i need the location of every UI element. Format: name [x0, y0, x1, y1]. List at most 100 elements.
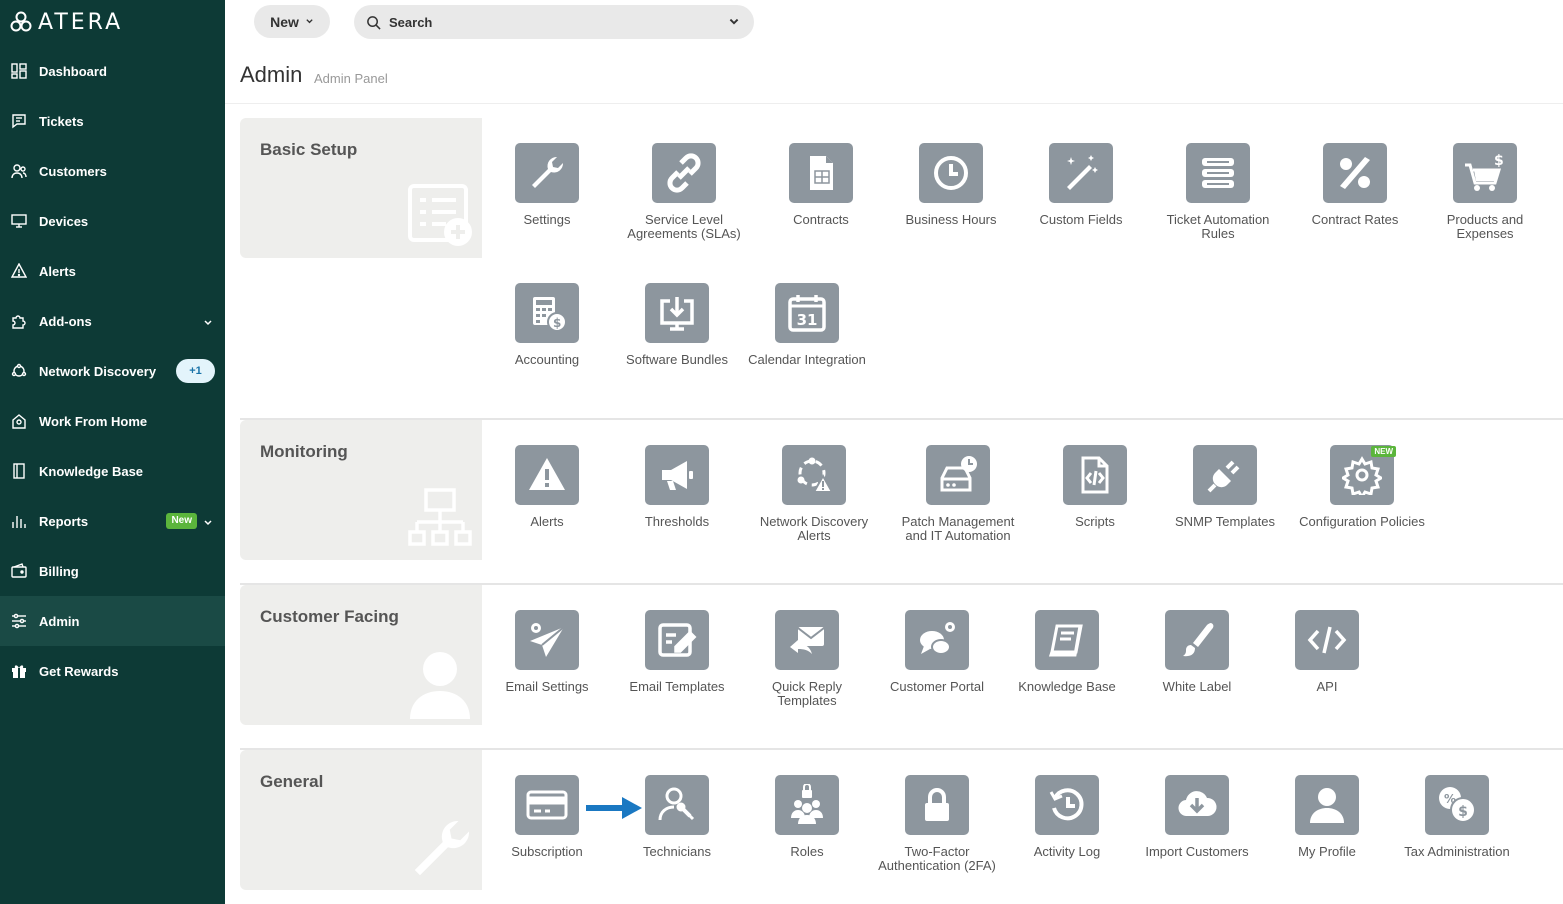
nav-knowledge-base[interactable]: Knowledge Base	[0, 446, 225, 496]
new-badge: New	[166, 513, 197, 529]
tile-contracts[interactable]: Contracts	[756, 143, 886, 227]
chevron-down-icon[interactable]	[203, 315, 213, 333]
tile-tax-administration[interactable]: % $ Tax Administration	[1392, 775, 1522, 859]
nav-label: Reports	[39, 513, 89, 529]
nav-devices[interactable]: Devices	[0, 196, 225, 246]
alert-triangle-icon	[515, 445, 579, 505]
tile-white-label[interactable]: White Label	[1132, 610, 1262, 694]
tile-label: Import Customers	[1145, 844, 1249, 859]
nav-alerts[interactable]: Alerts	[0, 246, 225, 296]
search-bar[interactable]: Search	[354, 5, 754, 39]
tile-slas[interactable]: Service Level Agreements (SLAs)	[619, 143, 749, 241]
tile-software-bundles[interactable]: Software Bundles	[612, 283, 742, 367]
tile-label: Knowledge Base	[1018, 679, 1116, 694]
tile-quick-reply-templates[interactable]: Quick Reply Templates	[742, 610, 872, 708]
tile-my-profile[interactable]: My Profile	[1262, 775, 1392, 859]
nav-work-from-home[interactable]: Work From Home	[0, 396, 225, 446]
tile-contract-rates[interactable]: Contract Rates	[1290, 143, 1420, 227]
tile-custom-fields[interactable]: Custom Fields	[1016, 143, 1146, 227]
section-title: General	[260, 772, 324, 791]
edit-template-icon	[645, 610, 709, 670]
tile-email-templates[interactable]: Email Templates	[612, 610, 742, 694]
sidebar: ATERA Dashboard Tickets Customers Device…	[0, 0, 225, 904]
tile-label: Thresholds	[644, 514, 710, 529]
section-monitoring: Monitoring	[240, 420, 482, 560]
tile-roles[interactable]: Roles	[742, 775, 872, 859]
reply-envelope-icon	[775, 610, 839, 670]
tile-label: Quick Reply Templates	[771, 679, 843, 708]
tile-two-factor-authentication[interactable]: Two-Factor Authentication (2FA)	[872, 775, 1002, 873]
tile-scripts[interactable]: Scripts	[1030, 445, 1160, 529]
tile-settings[interactable]: Settings	[482, 143, 612, 227]
link-icon	[652, 143, 716, 203]
tile-network-discovery-alerts[interactable]: Network Discovery Alerts	[749, 445, 879, 543]
nav-get-rewards[interactable]: Get Rewards	[0, 646, 225, 696]
tile-customer-portal[interactable]: Customer Portal	[872, 610, 1002, 694]
tile-label: Alerts	[530, 514, 564, 529]
history-icon	[1035, 775, 1099, 835]
server-stack-icon	[1186, 143, 1250, 203]
tile-label: Activity Log	[1033, 844, 1101, 859]
tile-email-settings[interactable]: Email Settings	[482, 610, 612, 694]
tile-snmp-templates[interactable]: SNMP Templates	[1160, 445, 1290, 529]
section-title: Customer Facing	[260, 607, 399, 626]
tile-label: My Profile	[1298, 844, 1356, 859]
tile-products-and-expenses[interactable]: $ Products and Expenses	[1420, 143, 1550, 241]
nav-billing[interactable]: Billing	[0, 546, 225, 596]
tile-patch-management[interactable]: Patch Management and IT Automation	[893, 445, 1023, 543]
nav-dashboard[interactable]: Dashboard	[0, 46, 225, 96]
tile-label: Two-Factor Authentication (2FA)	[878, 844, 996, 873]
home-icon	[11, 413, 27, 429]
nav-admin[interactable]: Admin	[0, 596, 225, 646]
tile-business-hours[interactable]: Business Hours	[886, 143, 1016, 227]
section-title: Basic Setup	[260, 140, 358, 159]
form-add-icon	[408, 184, 472, 246]
chevron-down-icon[interactable]	[728, 16, 740, 28]
tile-monitoring-alerts[interactable]: Alerts	[482, 445, 612, 529]
megaphone-icon	[645, 445, 709, 505]
bar-chart-icon	[11, 513, 27, 529]
tile-import-customers[interactable]: Import Customers	[1132, 775, 1262, 859]
contract-icon	[789, 143, 853, 203]
nav-label: Add-ons	[39, 313, 92, 329]
new-button[interactable]: New	[254, 5, 330, 38]
wrench-icon	[515, 143, 579, 203]
tile-label: Calendar Integration	[748, 352, 866, 367]
page-subtitle: Admin Panel	[314, 71, 388, 86]
tile-label: Technicians	[643, 844, 711, 859]
nav-label: Customers	[39, 163, 107, 179]
tile-label: Tax Administration	[1404, 844, 1510, 859]
nav-customers[interactable]: Customers	[0, 146, 225, 196]
nav-network-discovery[interactable]: Network Discovery +1	[0, 346, 225, 396]
nav-reports[interactable]: Reports New	[0, 496, 225, 546]
book-icon	[11, 463, 27, 479]
tile-configuration-policies[interactable]: NEW Configuration Policies	[1297, 445, 1427, 529]
book-icon	[1035, 610, 1099, 670]
network-tree-icon	[408, 488, 472, 546]
cloud-download-icon	[1165, 775, 1229, 835]
tile-api[interactable]: API	[1262, 610, 1392, 694]
lock-icon	[905, 775, 969, 835]
svg-text:$: $	[1494, 153, 1504, 169]
customers-icon	[11, 163, 27, 179]
nav-tickets[interactable]: Tickets	[0, 96, 225, 146]
atera-logo[interactable]: ATERA	[10, 8, 123, 36]
tile-thresholds[interactable]: Thresholds	[612, 445, 742, 529]
percent-icon	[1323, 143, 1387, 203]
tile-activity-log[interactable]: Activity Log	[1002, 775, 1132, 859]
chevron-down-icon[interactable]	[203, 515, 213, 533]
tile-calendar-integration[interactable]: 31 Calendar Integration	[742, 283, 872, 367]
tile-label: API	[1316, 679, 1338, 694]
tile-label: Roles	[790, 844, 824, 859]
send-gear-icon	[515, 610, 579, 670]
tile-ticket-automation-rules[interactable]: Ticket Automation Rules	[1153, 143, 1283, 241]
logo-text: ATERA	[38, 9, 124, 35]
chat-gear-icon	[905, 610, 969, 670]
magic-wand-icon	[1049, 143, 1113, 203]
nav-add-ons[interactable]: Add-ons	[0, 296, 225, 346]
tile-label: Network Discovery Alerts	[759, 514, 869, 543]
tile-label: Custom Fields	[1039, 212, 1123, 227]
tile-knowledge-base[interactable]: Knowledge Base	[1002, 610, 1132, 694]
tile-accounting[interactable]: $ Accounting	[482, 283, 612, 367]
nav-label: Knowledge Base	[39, 463, 144, 479]
